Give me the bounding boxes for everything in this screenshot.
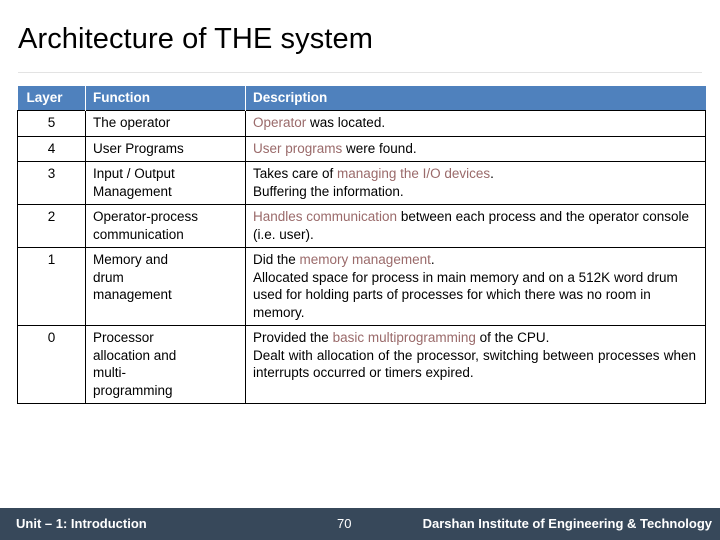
cell-function: The operator — [85, 110, 246, 137]
function-line: management — [93, 287, 172, 302]
function-line: Processor — [93, 330, 154, 345]
cell-function: User Programs — [85, 135, 246, 162]
highlighted-term: Handles communication — [253, 209, 398, 224]
table-row: 3 Input / Output Management Takes care of… — [17, 161, 706, 205]
table-row: 1 Memory and drum management Did the memor… — [17, 247, 706, 326]
highlighted-term: basic multiprogramming — [332, 330, 476, 345]
cell-layer: 4 — [17, 135, 86, 162]
slide-footer: Unit – 1: Introduction 70 Darshan Instit… — [0, 508, 720, 540]
cell-function: Processor allocation and multi-programming — [85, 325, 246, 404]
highlighted-term: Operator — [253, 115, 307, 130]
cell-description: Takes care of managing the I/O devices. B… — [245, 161, 706, 205]
column-header-layer: Layer — [17, 86, 86, 111]
cell-layer: 5 — [17, 110, 86, 137]
cell-description: Operator was located. — [245, 110, 706, 137]
highlighted-term: User programs — [253, 140, 343, 156]
table-row: 5 The operator Operator was located. — [17, 110, 706, 137]
cell-description: Provided the basic multiprogramming of t… — [245, 325, 706, 404]
cell-layer: 0 — [17, 325, 86, 404]
column-header-description: Description — [245, 86, 706, 111]
architecture-table: Layer Function Description 5 The operato… — [17, 86, 706, 404]
function-line: drum — [93, 269, 124, 285]
footer-unit-label: Unit – 1: Introduction — [16, 516, 147, 531]
function-line: Operator-process — [93, 209, 199, 224]
table-header: Layer Function Description — [17, 86, 706, 111]
cell-layer: 2 — [17, 204, 86, 248]
description-body: Dealt with allocation of the processor, … — [253, 347, 696, 381]
table-row: 0 Processor allocation and multi-programmi… — [17, 325, 706, 404]
function-line: programming — [93, 382, 173, 398]
table-body: 5 The operator Operator was located. 4 U… — [17, 110, 706, 404]
architecture-table-container: Layer Function Description 5 The operato… — [17, 86, 706, 404]
function-line: Memory and — [93, 252, 169, 267]
footer-institute-label: Darshan Institute of Engineering & Techn… — [422, 516, 712, 531]
cell-description: Handles communication between each proce… — [245, 204, 706, 248]
description-text: of the CPU. — [475, 330, 550, 345]
footer-page-number: 70 — [337, 516, 352, 531]
description-text: was located. — [306, 115, 386, 130]
cell-layer: 3 — [17, 161, 86, 205]
table-row: 2 Operator-process communication Handles … — [17, 204, 706, 248]
highlighted-term: managing the I/O devices — [337, 166, 491, 181]
cell-description: User programs were found. — [245, 135, 706, 162]
description-text: Provided the — [253, 330, 333, 345]
column-header-function: Function — [85, 86, 246, 111]
description-text: . — [430, 252, 435, 267]
cell-function: Input / Output Management — [85, 161, 246, 205]
description-text: Takes care of — [253, 166, 338, 181]
function-line: Management — [93, 183, 172, 199]
cell-function: Memory and drum management — [85, 247, 246, 326]
function-line: communication — [93, 226, 184, 242]
description-body: Allocated space for process in main memo… — [253, 269, 678, 320]
description-text: Did the — [253, 252, 300, 267]
function-line: allocation and — [93, 347, 177, 363]
table-header-row: Layer Function Description — [17, 86, 706, 111]
slide: Architecture of THE system Layer Functio… — [0, 0, 720, 540]
cell-function: Operator-process communication — [85, 204, 246, 248]
description-text: were found. — [342, 140, 417, 156]
function-line: multi- — [93, 365, 126, 380]
function-line: Input / Output — [93, 166, 175, 181]
title-divider — [18, 72, 702, 73]
cell-layer: 1 — [17, 247, 86, 326]
description-text: . — [490, 166, 494, 181]
description-text: Buffering the information. — [253, 183, 404, 199]
table-row: 4 User Programs User programs were found… — [17, 135, 706, 162]
highlighted-term: memory management — [299, 252, 431, 267]
cell-description: Did the memory management. Allocated spac… — [245, 247, 706, 326]
page-title: Architecture of THE system — [18, 23, 374, 55]
